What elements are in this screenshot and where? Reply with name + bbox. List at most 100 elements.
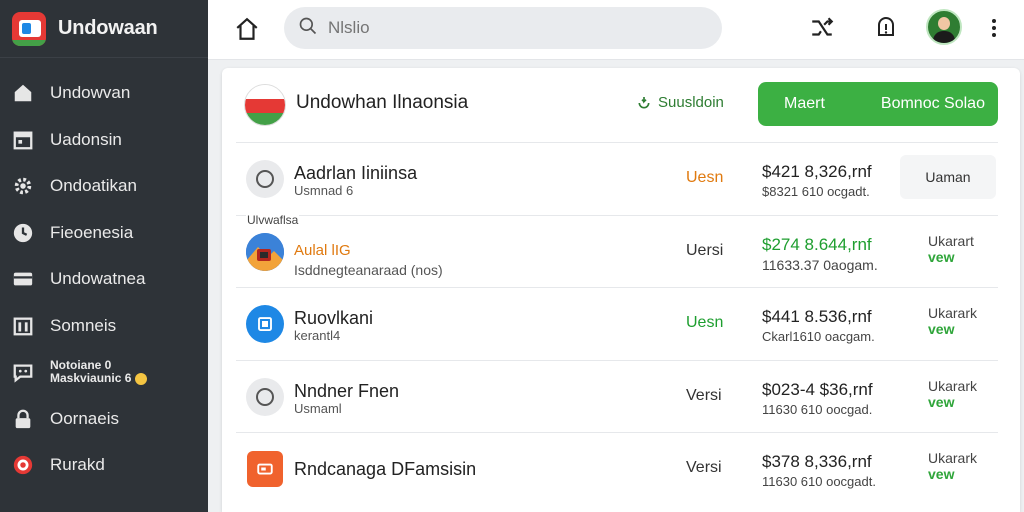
sidebar-item-label-line2-text: Maskviaunic 6 [50,371,132,386]
search-input[interactable] [328,18,688,38]
sidebar-item-2[interactable]: Ondoatikan [0,163,208,210]
item-subtitle: Usmaml [294,400,342,416]
sidebar-item-label: Undowatnea [50,269,146,289]
item-action-label: Ukarark [928,305,978,321]
calendar-icon [12,129,34,151]
sidebar-item-label: Fieoenesia [50,222,134,242]
item-action-link[interactable]: Ukarart vew [928,233,974,265]
item-name: Nndner Fnen [294,380,400,401]
more-vertical-icon[interactable] [980,14,1008,42]
item-amount-detail: 11633.37 0aogam. [762,256,878,273]
item-status: Uesn [686,314,724,331]
item-status: Versi [686,459,722,476]
item-action-label: Ukarark [928,377,978,394]
item-status: Uersi [686,241,724,259]
item-amount: $023-4 $36,rnf [762,379,873,399]
item-name: Aadrlan Iiniinsa [294,163,418,183]
bank-icon [12,315,34,337]
sidebar: Undowaan Undowvan Uadonsin Ondoatikan Fi… [0,0,208,512]
item-status: Versi [686,386,722,404]
item-view-link[interactable]: vew [928,394,954,410]
clock-icon [12,222,34,244]
sidebar-item-5[interactable]: Somneis [0,303,208,350]
item-action-link[interactable]: Ukarark vew [928,450,977,482]
sidebar-item-label: Undowvan [50,83,131,103]
item-view-link[interactable]: vew [928,466,954,482]
sidebar-item-label: Rurakd [50,455,105,475]
list-item[interactable]: Ruovlkani kerantl4 Uesn $441 8.536,rnf C… [236,287,998,360]
account-list: Aadrlan Iiniinsa Usmnad 6 Uesn $421 8,32… [236,142,998,505]
item-action-link[interactable]: Ukarark vew [928,305,977,337]
subscription-link[interactable]: Suusldoin [636,94,724,111]
subscription-link-label: Suusldoin [658,94,724,111]
item-subtitle: Usmnad 6 [294,183,354,198]
item-tag: Ulvwaflsa [246,212,300,227]
item-amount: $378 8,336,rnf [762,452,872,471]
item-subtitle: kerantl4 [294,328,341,343]
sidebar-item-8[interactable]: Rurakd [0,442,208,489]
sidebar-item-6[interactable]: Notoiane 0 Maskviaunic 6 [0,349,208,396]
home-icon[interactable] [234,16,260,42]
lock-icon [12,408,34,430]
item-view-link[interactable]: vew [928,321,954,337]
item-amount: $441 8.536,rnf [762,307,872,326]
panel-title: Undowhan Ilnaonsia [296,92,469,113]
avatar[interactable] [926,9,962,45]
notification-icon[interactable] [872,14,900,42]
item-subtitle: Isddnegteanaraad (nos) [294,261,443,278]
card-icon [12,268,34,290]
item-status: Uesn [686,169,724,186]
sidebar-item-label: Notoiane 0 Maskviaunic 6 [50,359,148,386]
panel-header: Undowhan Ilnaonsia Suusldoin Maert Bomno… [222,68,1020,140]
sidebar-item-4[interactable]: Undowatnea [0,256,208,303]
sidebar-item-label: Somneis [50,315,117,335]
item-name: Aulal lIG [294,241,351,259]
search-bar[interactable] [284,7,722,49]
item-amount-detail: Ckarl1610 oacgam. [762,329,875,344]
connect-button[interactable]: Bomnoc Solao [881,95,985,113]
action-button-group[interactable]: Maert Bomnoc Solao [758,82,998,126]
list-item[interactable]: Rndcanaga DFamsisin Versi $378 8,336,rnf… [236,432,998,505]
sidebar-item-0[interactable]: Undowvan [0,70,208,117]
sidebar-item-label: Ondoatikan [50,176,137,196]
circle-icon [246,377,284,416]
app-logo-icon [12,11,46,46]
item-action-link[interactable]: Ukarark vew [928,378,977,410]
refresh-icon [636,95,652,111]
square-icon [246,305,284,343]
sidebar-item-7[interactable]: Oornaeis [0,396,208,443]
item-name: Rndcanaga DFamsisin [294,459,477,479]
list-item[interactable]: Ulvwaflsa Aulal lIG Isddnegteanaraad (no… [236,212,998,288]
smiley-icon [135,373,148,386]
start-button[interactable]: Maert [784,95,825,113]
list-item[interactable]: Nndner Fnen Usmaml Versi $023-4 $36,rnf … [236,359,998,433]
item-view-link[interactable]: vew [928,249,954,265]
item-action-label: Ukarark [928,450,978,466]
item-amount-detail: 11630 610 oocgad. [762,401,873,417]
item-name: Ruovlkani [294,308,374,328]
item-amount-detail: $8321 610 ocgadt. [762,184,870,199]
shuffle-icon[interactable] [808,14,836,42]
item-action-button[interactable]: Uaman [900,155,996,199]
item-action-label: Ukarart [928,232,974,249]
orange-square-icon [247,451,283,487]
sidebar-item-label-line2: Maskviaunic 6 [50,371,148,386]
sidebar-item-label: Uadonsin [50,129,122,149]
brand[interactable]: Undowaan [0,0,208,58]
main-panel: Undowhan Ilnaonsia Suusldoin Maert Bomno… [222,68,1020,512]
photo-icon [246,232,284,271]
item-amount: $274 8.644,rnf [762,234,872,254]
gear-icon [12,175,34,197]
top-bar [208,0,1024,60]
item-amount: $421 8,326,rnf [762,162,872,181]
sidebar-item-3[interactable]: Fieoenesia [0,210,208,257]
target-icon [12,454,34,476]
item-amount-detail: 11630 610 oocgadt. [762,474,876,489]
brand-title: Undowaan [58,17,158,39]
home-icon [12,82,34,104]
sidebar-nav: Undowvan Uadonsin Ondoatikan Fieoenesia … [0,58,208,489]
sidebar-item-1[interactable]: Uadonsin [0,117,208,164]
indonesia-flag-icon [244,84,286,126]
sidebar-item-label: Oornaeis [50,408,119,428]
list-item[interactable]: Aadrlan Iiniinsa Usmnad 6 Uesn $421 8,32… [236,142,998,215]
